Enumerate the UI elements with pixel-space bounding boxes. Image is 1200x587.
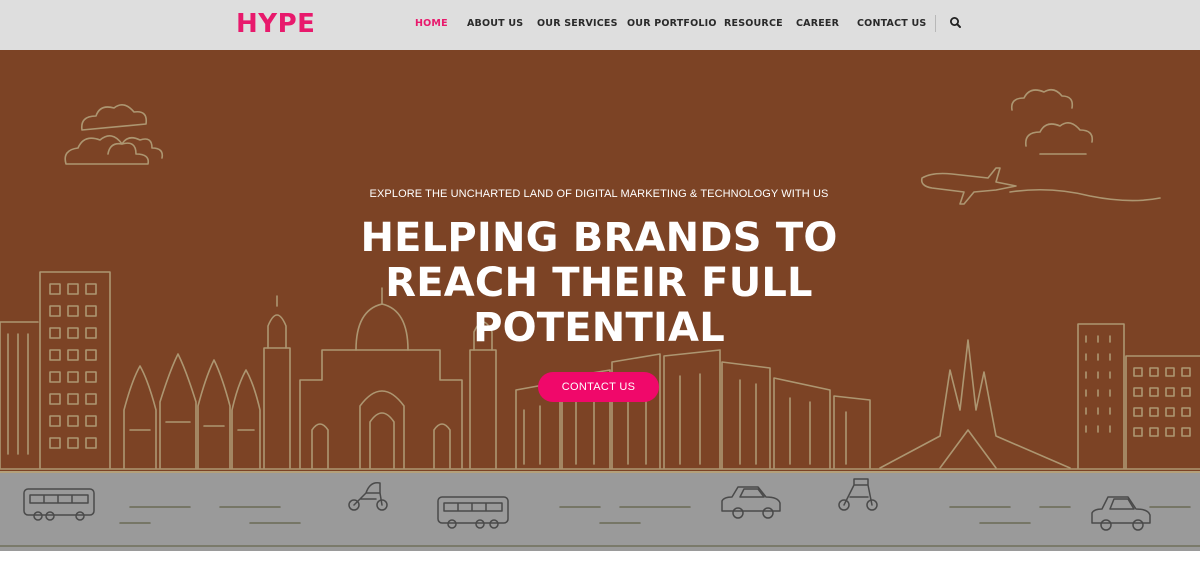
car-icon — [1091, 496, 1151, 531]
hero-tagline: EXPLORE THE UNCHARTED LAND OF DIGITAL MA… — [369, 188, 829, 200]
nav-item-contact-us[interactable]: CONTACT US — [857, 18, 926, 30]
main-nav: HOME ABOUT US OUR SERVICES OUR PORTFOLIO… — [0, 0, 1200, 50]
road-illustration — [0, 471, 1200, 551]
cloud-icon — [80, 104, 148, 131]
hero-banner: EXPLORE THE UNCHARTED LAND OF DIGITAL MA… — [0, 50, 1200, 471]
site-header: HYPE HOME ABOUT US OUR SERVICES OUR PORT… — [0, 0, 1200, 50]
nav-item-home[interactable]: HOME — [415, 18, 448, 30]
nav-divider — [935, 15, 936, 32]
search-button[interactable] — [949, 16, 963, 30]
rickshaw-icon — [838, 478, 878, 511]
car-icon — [721, 486, 781, 519]
bus-icon — [23, 488, 95, 521]
nav-item-our-services[interactable]: OUR SERVICES — [537, 18, 618, 30]
bus-icon — [437, 496, 509, 529]
nav-item-resource[interactable]: RESOURCE — [724, 18, 783, 30]
nav-item-career[interactable]: CAREER — [796, 18, 839, 30]
hero-headline: HELPING BRANDS TO REACH THEIR FULL POTEN… — [360, 215, 838, 351]
nav-item-about-us[interactable]: ABOUT US — [467, 18, 523, 30]
rickshaw-icon — [348, 481, 388, 511]
search-icon — [950, 17, 961, 28]
cloud-icon — [64, 135, 150, 165]
contact-us-button[interactable]: CONTACT US — [538, 372, 659, 402]
cloud-icon — [1024, 122, 1094, 147]
cloud-icon — [1010, 88, 1074, 111]
page-below-fold — [0, 551, 1200, 587]
nav-item-our-portfolio[interactable]: OUR PORTFOLIO — [627, 18, 717, 30]
road-vehicles — [0, 471, 1200, 547]
